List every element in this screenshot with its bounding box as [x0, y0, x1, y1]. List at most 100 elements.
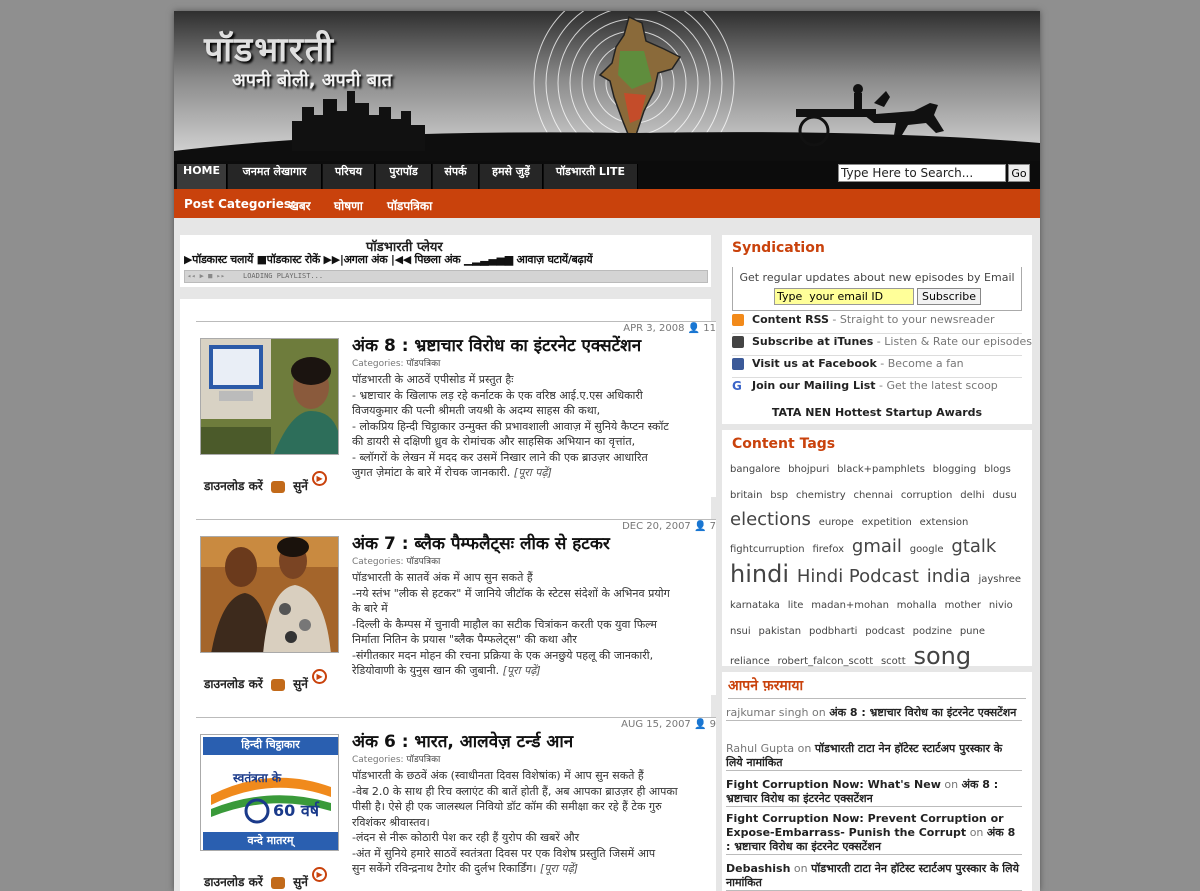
comment-author[interactable]: Rahul Gupta	[726, 742, 794, 755]
nav-lite[interactable]: पॉडभारती LITE	[544, 164, 638, 189]
play-icon[interactable]: ▶	[312, 471, 328, 486]
link-title[interactable]: Join our Mailing List	[752, 379, 876, 392]
comment-author[interactable]: Fight Corruption Now: Prevent Corruption…	[726, 812, 1004, 839]
nav-poll-archive[interactable]: जनमत लेखागार	[228, 164, 322, 189]
post-thumbnail[interactable]	[200, 338, 339, 455]
tag-link[interactable]: hindi	[730, 560, 789, 588]
tag-link[interactable]: india	[927, 566, 971, 587]
tag-link[interactable]: pakistan	[759, 626, 802, 637]
category-news[interactable]: खबर	[289, 197, 311, 214]
player-progress-bar[interactable]: ◂◂ ▶ ■ ▸▸ LOADING PLAYLIST...	[184, 270, 708, 283]
nav-old-pods[interactable]: पुरापॉड	[376, 164, 432, 189]
tag-link[interactable]: dusu	[992, 490, 1016, 501]
tag-link[interactable]: gtalk	[951, 536, 996, 557]
tag-link[interactable]: reliance	[730, 656, 770, 667]
award-banner[interactable]: TATA NEN Hottest Startup Awards	[722, 402, 1032, 424]
tag-link[interactable]: lite	[788, 600, 804, 611]
tag-link[interactable]: corruption	[901, 490, 953, 501]
tag-link[interactable]: fightcurruption	[730, 544, 805, 555]
tag-link[interactable]: chemistry	[796, 490, 846, 501]
read-more-link[interactable]: [पूरा पढ़ें]	[540, 862, 578, 875]
tag-link[interactable]: nsui	[730, 626, 751, 637]
comment-author[interactable]: rajkumar singh	[726, 706, 809, 719]
category-announcement[interactable]: घोषणा	[334, 197, 363, 214]
itunes-link[interactable]: Subscribe at iTunes - Listen & Rate our …	[732, 335, 1032, 356]
tag-link[interactable]: podcast	[865, 626, 905, 637]
tag-link[interactable]: gmail	[852, 536, 902, 557]
post-title[interactable]: अंक 7 : ब्लैक पैम्फलैट्सः लीक से हटकर	[352, 531, 610, 554]
download-link[interactable]: डाउनलोड करें	[204, 677, 263, 691]
download-icon[interactable]	[270, 480, 285, 493]
tag-link[interactable]: elections	[730, 509, 811, 530]
mailing-list-link[interactable]: G Join our Mailing List - Get the latest …	[732, 379, 1022, 400]
tag-link[interactable]: song	[913, 642, 971, 670]
content-rss-link[interactable]: Content RSS - Straight to your newsreade…	[732, 313, 1022, 334]
subscribe-button[interactable]: Subscribe	[917, 288, 981, 305]
tag-link[interactable]: jayshree	[978, 574, 1021, 585]
tag-link[interactable]: madan+mohan	[811, 600, 889, 611]
tag-link[interactable]: extension	[920, 517, 969, 528]
post-thumbnail[interactable]: हिन्दी चिट्ठाकार स्वतंत्रता के 60 वर्ष व…	[200, 734, 339, 851]
tag-link[interactable]: scott	[881, 656, 906, 667]
tag-link[interactable]: google	[910, 544, 944, 555]
excerpt-last-line: रेडियोवाणी के युनुस खान की जुबानी.	[352, 664, 500, 677]
tag-link[interactable]: podbharti	[809, 626, 857, 637]
tag-link[interactable]: Hindi Podcast	[797, 566, 919, 587]
download-link[interactable]: डाउनलोड करें	[204, 479, 263, 493]
tag-link[interactable]: bhojpuri	[788, 464, 829, 475]
search-input[interactable]	[838, 164, 1006, 182]
post-title[interactable]: अंक 8 : भ्रष्टाचार विरोध का इंटरनेट एक्स…	[352, 333, 641, 356]
play-icon[interactable]: ▶	[312, 867, 328, 882]
tag-link[interactable]: expetition	[862, 517, 912, 528]
post-category-link[interactable]: पॉडपत्रिका	[406, 359, 440, 369]
category-podpatrika[interactable]: पॉडपत्रिका	[387, 197, 432, 214]
nav-home[interactable]: HOME	[177, 164, 227, 189]
read-more-link[interactable]: [पूरा पढ़ें]	[514, 466, 552, 479]
read-more-link[interactable]: [पूरा पढ़ें]	[503, 664, 541, 677]
download-icon[interactable]	[270, 678, 285, 691]
comment-author[interactable]: Fight Corruption Now: What's New	[726, 778, 941, 791]
tag-link[interactable]: firefox	[812, 544, 844, 555]
site-title[interactable]: पॉडभारती	[204, 25, 335, 71]
comment-count[interactable]: 9	[710, 719, 716, 730]
rss-icon	[732, 314, 744, 326]
email-input[interactable]	[774, 288, 914, 305]
tag-link[interactable]: blogs	[984, 464, 1011, 475]
link-title[interactable]: Content RSS	[752, 313, 829, 326]
play-icon[interactable]: ▶	[312, 669, 328, 684]
post-thumbnail[interactable]	[200, 536, 339, 653]
link-title[interactable]: Visit us at Facebook	[752, 357, 877, 370]
comment-count[interactable]: 7	[710, 521, 716, 532]
tag-link[interactable]: podzine	[913, 626, 952, 637]
tag-link[interactable]: bsp	[770, 490, 788, 501]
comment-post-link[interactable]: अंक 8 : भ्रष्टाचार विरोध का इंटरनेट एक्स…	[829, 706, 1016, 719]
nav-join-us[interactable]: हमसे जुड़ें	[480, 164, 543, 189]
tag-link[interactable]: nivio	[989, 600, 1013, 611]
comment-count[interactable]: 11	[703, 323, 716, 334]
tag-link[interactable]: delhi	[960, 490, 984, 501]
post-title[interactable]: अंक 6 : भारत, आलवेज़ टर्न्ड आन	[352, 729, 573, 752]
user-icon: 👤	[693, 521, 707, 532]
tag-link[interactable]: europe	[819, 517, 854, 528]
player-controls[interactable]: ▶पॉडकास्ट चलायें ■पॉडकास्ट रोकें ▶▶|अगला…	[184, 252, 706, 267]
tag-link[interactable]: bangalore	[730, 464, 780, 475]
post-category-link[interactable]: पॉडपत्रिका	[406, 557, 440, 567]
post-category-link[interactable]: पॉडपत्रिका	[406, 755, 440, 765]
download-icon[interactable]	[270, 876, 285, 889]
tag-link[interactable]: britain	[730, 490, 762, 501]
tag-link[interactable]: karnataka	[730, 600, 780, 611]
facebook-link[interactable]: Visit us at Facebook - Become a fan	[732, 357, 1022, 378]
download-link[interactable]: डाउनलोड करें	[204, 875, 263, 889]
search-go-button[interactable]: Go	[1008, 164, 1030, 182]
comment-author[interactable]: Debashish	[726, 862, 790, 875]
tag-link[interactable]: mother	[945, 600, 981, 611]
nav-contact[interactable]: संपर्क	[433, 164, 479, 189]
tag-link[interactable]: chennai	[853, 490, 893, 501]
tag-link[interactable]: mohalla	[897, 600, 937, 611]
link-title[interactable]: Subscribe at iTunes	[752, 335, 873, 348]
tag-link[interactable]: black+pamphlets	[837, 464, 925, 475]
tag-link[interactable]: blogging	[933, 464, 976, 475]
tag-link[interactable]: pune	[960, 626, 985, 637]
nav-about[interactable]: परिचय	[323, 164, 375, 189]
tag-link[interactable]: robert_falcon_scott	[778, 656, 874, 667]
